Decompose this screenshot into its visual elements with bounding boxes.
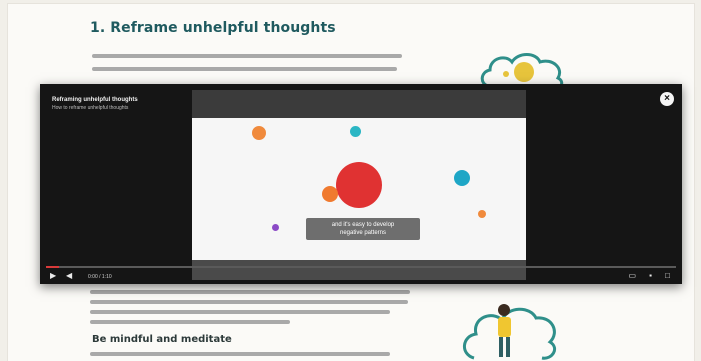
time-display: 0:00 / 1:10 xyxy=(88,274,112,280)
orange-dot xyxy=(252,126,266,140)
video-modal[interactable]: Reframing unhelpful thoughts How to refr… xyxy=(40,84,682,284)
settings-icon[interactable]: ▪ xyxy=(649,271,652,281)
progress-bar[interactable] xyxy=(46,266,676,268)
video-frame[interactable]: and it's easy to develop negative patter… xyxy=(192,90,526,280)
video-title: Reframing unhelpful thoughts xyxy=(52,97,138,103)
video-subtitle: How to reframe unhelpful thoughts xyxy=(52,105,129,111)
fullscreen-icon[interactable]: □ xyxy=(665,271,670,281)
orange-mid-dot xyxy=(322,186,338,202)
video-caption: and it's easy to develop negative patter… xyxy=(306,218,420,240)
blue-dot xyxy=(454,170,470,186)
play-icon[interactable]: ▶ xyxy=(50,271,56,281)
video-header: Reframing unhelpful thoughts How to refr… xyxy=(52,96,138,112)
teal-small-dot xyxy=(350,126,361,137)
caption-line-1: and it's easy to develop xyxy=(331,222,395,228)
sub-paragraph xyxy=(90,352,390,356)
captions-icon[interactable]: ▭ xyxy=(628,271,636,281)
progress-fill xyxy=(46,266,59,268)
close-button[interactable]: × xyxy=(660,92,674,106)
player-controls: ▶ ◀ 0:00 / 1:10 ▭ ▪ □ xyxy=(40,266,682,284)
walking-figure-illustration xyxy=(463,304,556,360)
orange-small-dot xyxy=(478,210,486,218)
close-icon: × xyxy=(664,93,670,104)
sub-heading: Be mindful and meditate xyxy=(92,334,232,345)
purple-dot xyxy=(272,224,279,231)
volume-icon[interactable]: ◀ xyxy=(66,271,72,281)
video-letterbox-top xyxy=(192,90,526,118)
red-large-dot xyxy=(336,162,382,208)
caption-line-2: negative patterns xyxy=(339,230,387,236)
section-heading: 1. Reframe unhelpful thoughts xyxy=(90,20,336,36)
